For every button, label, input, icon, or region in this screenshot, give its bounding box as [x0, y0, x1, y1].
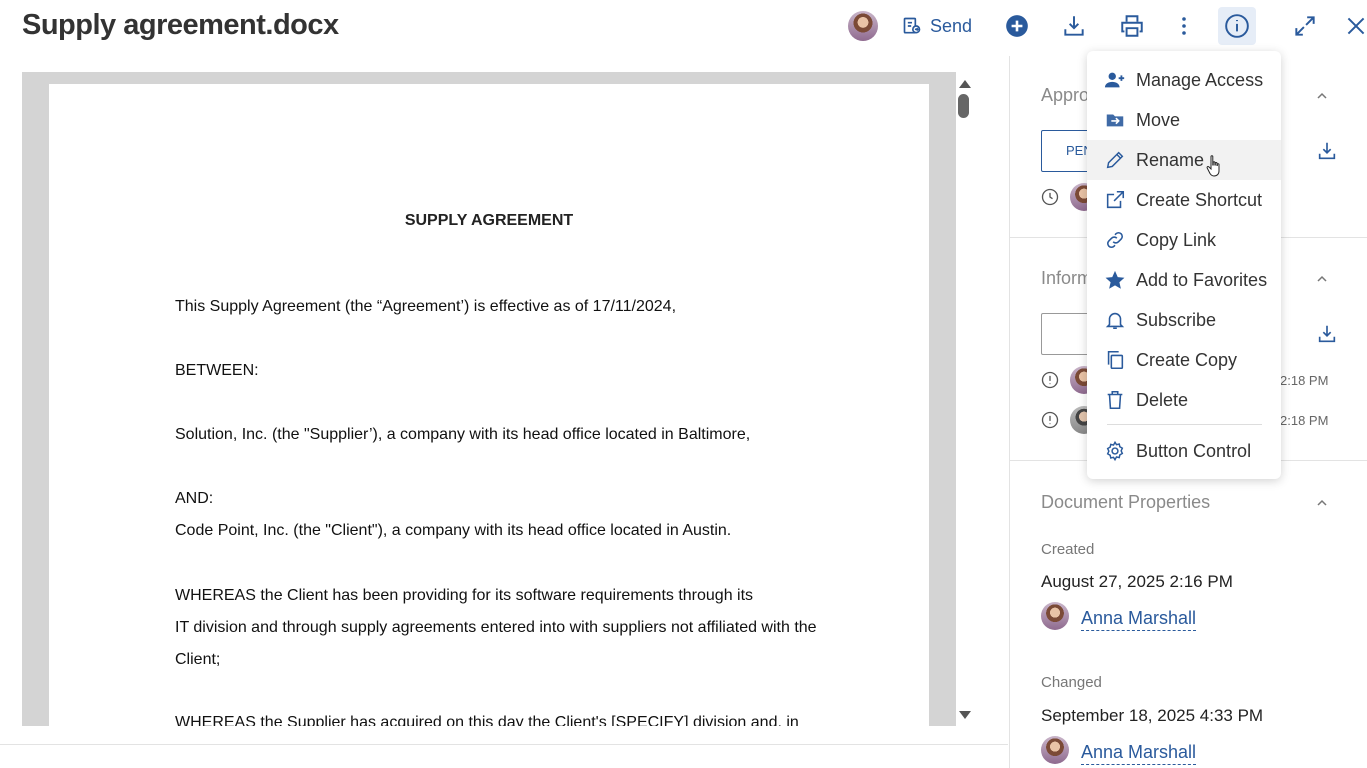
approval-section-title[interactable]: Appro [1041, 85, 1089, 106]
created-user-link[interactable]: Anna Marshall [1081, 608, 1197, 631]
scroll-up-arrow[interactable] [959, 80, 971, 88]
copy-icon [1104, 349, 1126, 371]
alert-icon [1041, 371, 1059, 389]
chevron-up-icon[interactable] [1315, 496, 1329, 510]
gear-icon [1104, 440, 1126, 462]
divider [0, 744, 1008, 745]
bell-icon [1104, 309, 1126, 331]
document-page: SUPPLY AGREEMENT This Supply Agreement (… [49, 84, 929, 726]
print-button[interactable] [1117, 10, 1147, 42]
add-button[interactable] [1003, 10, 1031, 42]
add-icon [1006, 15, 1028, 37]
document-line: BETWEEN: [175, 362, 259, 379]
scroll-down-arrow[interactable] [959, 711, 971, 719]
menu-item-label: Move [1136, 109, 1181, 130]
document-line: WHEREAS the Supplier has acquired on thi… [175, 714, 799, 726]
created-value: August 27, 2025 2:16 PM [1041, 572, 1233, 591]
document-line: WHEREAS the Client has been providing fo… [175, 587, 754, 604]
user-add-icon [1104, 69, 1126, 91]
document-line: IT division and through supply agreement… [175, 619, 817, 636]
changed-value: September 18, 2025 4:33 PM [1041, 706, 1264, 725]
star-icon [1104, 269, 1126, 291]
download-icon[interactable] [1316, 140, 1338, 162]
menu-item-label: Manage Access [1136, 69, 1264, 90]
chevron-up-icon[interactable] [1315, 272, 1329, 286]
properties-section-title[interactable]: Document Properties [1041, 492, 1210, 513]
menu-item-label: Button Control [1136, 440, 1252, 461]
menu-item-label: Create Copy [1136, 349, 1238, 370]
more-button[interactable] [1172, 10, 1196, 42]
link-icon [1104, 229, 1126, 251]
menu-item-create-copy[interactable]: Create Copy [1087, 340, 1281, 380]
menu-item-rename[interactable]: Rename [1087, 140, 1281, 180]
menu-item-move[interactable]: Move [1087, 100, 1281, 140]
page-title: Supply agreement.docx [22, 9, 339, 41]
download-button[interactable] [1059, 10, 1089, 42]
document-line: AND: [175, 490, 214, 507]
info-section-title[interactable]: Inform [1041, 268, 1092, 289]
clock-icon [1041, 188, 1059, 206]
menu-item-copy-link[interactable]: Copy Link [1087, 220, 1281, 260]
avatar[interactable] [1041, 736, 1069, 764]
document-viewer[interactable]: SUPPLY AGREEMENT This Supply Agreement (… [22, 72, 956, 726]
avatar[interactable] [848, 11, 878, 41]
document-line: Code Point, Inc. (the "Client"), a compa… [175, 522, 732, 539]
menu-item-label: Add to Favorites [1136, 269, 1268, 290]
move-icon [1104, 109, 1126, 131]
pencil-icon [1104, 149, 1126, 171]
menu-item-label: Delete [1136, 389, 1189, 410]
menu-item-label: Copy Link [1136, 229, 1217, 250]
timestamp: 2:18 PM [1280, 373, 1329, 388]
menu-separator [1107, 424, 1262, 425]
timestamp: 2:18 PM [1280, 413, 1329, 428]
menu-item-create-shortcut[interactable]: Create Shortcut [1087, 180, 1281, 220]
menu-item-button-control[interactable]: Button Control [1087, 431, 1281, 471]
send-button[interactable]: Send [900, 10, 974, 42]
info-icon [1225, 14, 1249, 38]
changed-user-link[interactable]: Anna Marshall [1081, 742, 1197, 765]
document-line: This Supply Agreement (the “Agreement’) … [175, 298, 677, 315]
document-title: SUPPLY AGREEMENT [404, 212, 574, 229]
document-viewer-window: Supply agreement.docx Send SUPPLY AGREEM… [0, 0, 1367, 768]
document-line: Client; [175, 651, 221, 668]
scroll-thumb[interactable] [958, 94, 969, 118]
menu-item-delete[interactable]: Delete [1087, 380, 1281, 420]
menu-item-subscribe[interactable]: Subscribe [1087, 300, 1281, 340]
hand-cursor-icon [1206, 155, 1220, 177]
send-icon [903, 17, 921, 34]
more-icon [1182, 17, 1186, 35]
expand-button[interactable] [1291, 10, 1319, 42]
trash-icon [1104, 389, 1126, 411]
download-icon[interactable] [1316, 323, 1338, 345]
document-line: Solution, Inc. (the "Supplier’), a compa… [175, 426, 751, 443]
download-icon [1064, 16, 1084, 36]
changed-label: Changed [1041, 674, 1102, 691]
alert-icon [1041, 411, 1059, 429]
menu-item-label: Create Shortcut [1136, 189, 1263, 210]
close-button[interactable] [1343, 10, 1367, 42]
menu-item-label: Rename [1136, 149, 1205, 170]
external-link-icon [1104, 189, 1126, 211]
close-icon [1347, 17, 1365, 35]
info-button[interactable] [1218, 7, 1256, 45]
more-actions-menu: Manage Access Move Rename Create Shortcu… [1087, 51, 1281, 479]
print-icon [1121, 15, 1143, 37]
created-label: Created [1041, 541, 1095, 558]
menu-item-manage-access[interactable]: Manage Access [1087, 60, 1281, 100]
document-scrollbar[interactable] [956, 72, 974, 726]
menu-item-add-to-favorites[interactable]: Add to Favorites [1087, 260, 1281, 300]
send-label: Send [929, 15, 973, 36]
chevron-up-icon[interactable] [1315, 89, 1329, 103]
expand-icon [1295, 16, 1315, 36]
menu-item-label: Subscribe [1136, 309, 1217, 330]
avatar[interactable] [1041, 602, 1069, 630]
